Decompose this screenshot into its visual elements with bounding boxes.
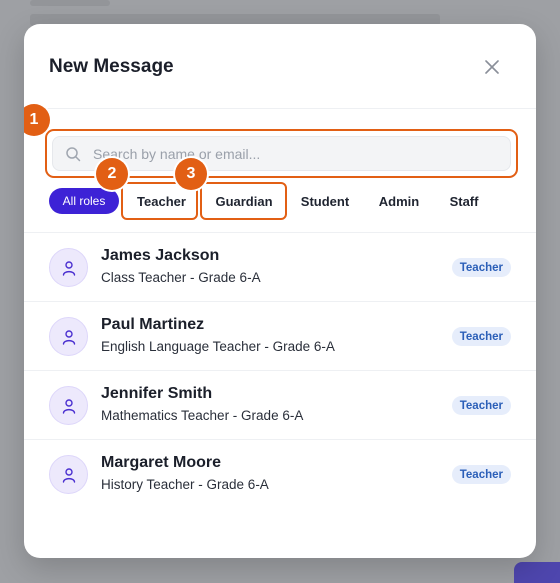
avatar <box>49 386 88 425</box>
background-button <box>514 562 560 583</box>
close-icon <box>485 60 499 74</box>
filter-teacher[interactable]: Teacher <box>128 188 195 214</box>
contact-name: James Jackson <box>101 247 220 264</box>
filter-guardian[interactable]: Guardian <box>206 188 282 214</box>
background-text <box>30 0 110 6</box>
role-badge: Teacher <box>451 396 511 415</box>
contact-subtitle: Class Teacher - Grade 6-A <box>101 270 261 285</box>
annotation-badge-1: 1 <box>24 104 50 136</box>
annotation-badge-3: 3 <box>175 158 207 190</box>
role-badge: Teacher <box>451 465 511 484</box>
contact-list: James Jackson Class Teacher - Grade 6-A … <box>24 232 536 508</box>
new-message-modal: New Message 1 All roles Teacher Guardian… <box>24 24 536 558</box>
search-icon <box>66 147 81 162</box>
avatar <box>49 455 88 494</box>
role-filter-bar: All roles Teacher Guardian Student Admin… <box>24 182 536 224</box>
filter-admin[interactable]: Admin <box>370 188 428 214</box>
user-icon <box>62 398 75 414</box>
user-icon <box>62 467 75 483</box>
contact-row[interactable]: Paul Martinez English Language Teacher -… <box>24 301 536 370</box>
contact-row[interactable]: Margaret Moore History Teacher - Grade 6… <box>24 439 536 508</box>
user-icon <box>62 329 75 345</box>
avatar <box>49 248 88 287</box>
contact-name: Jennifer Smith <box>101 385 213 402</box>
role-badge: Teacher <box>451 327 511 346</box>
contact-name: Margaret Moore <box>101 454 222 471</box>
contact-subtitle: History Teacher - Grade 6-A <box>101 477 269 492</box>
avatar <box>49 317 88 356</box>
contact-subtitle: Mathematics Teacher - Grade 6-A <box>101 408 304 423</box>
search-input[interactable] <box>93 137 503 170</box>
annotation-badge-2: 2 <box>96 158 128 190</box>
close-button[interactable] <box>481 56 503 78</box>
role-badge: Teacher <box>451 258 511 277</box>
filter-staff[interactable]: Staff <box>440 188 488 214</box>
filter-all-roles[interactable]: All roles <box>49 188 119 214</box>
user-icon <box>62 260 75 276</box>
contact-row[interactable]: Jennifer Smith Mathematics Teacher - Gra… <box>24 370 536 439</box>
modal-title: New Message <box>49 56 174 77</box>
contact-name: Paul Martinez <box>101 316 205 333</box>
contact-row[interactable]: James Jackson Class Teacher - Grade 6-A … <box>24 232 536 301</box>
contact-subtitle: English Language Teacher - Grade 6-A <box>101 339 335 354</box>
filter-student[interactable]: Student <box>290 188 360 214</box>
modal-header: New Message <box>24 24 536 109</box>
